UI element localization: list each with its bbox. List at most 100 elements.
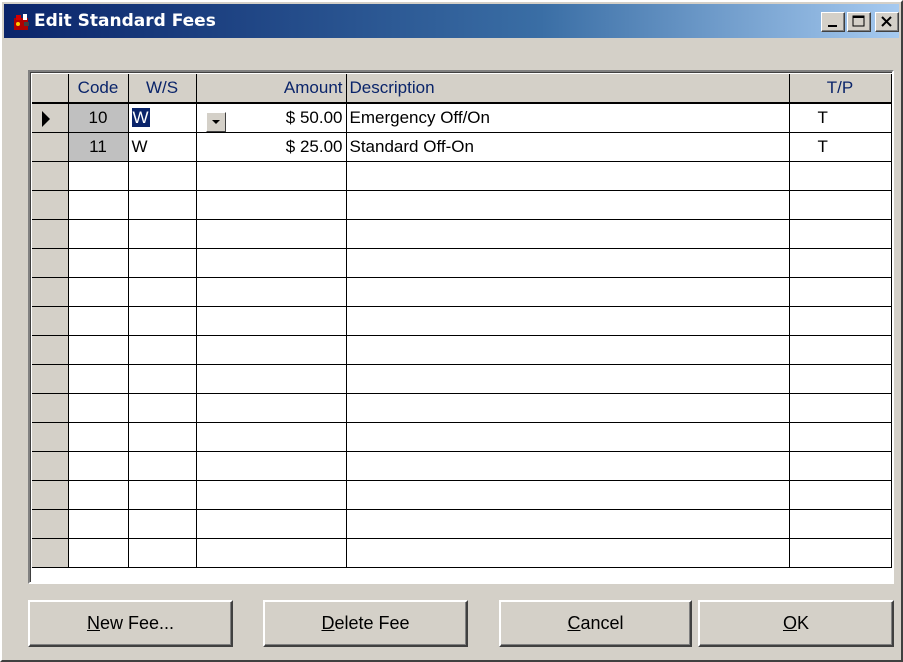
ok-button[interactable]: OK: [698, 600, 894, 647]
code-cell[interactable]: [68, 190, 129, 220]
description-cell[interactable]: [346, 277, 790, 307]
tp-cell[interactable]: T: [789, 132, 892, 162]
amount-cell[interactable]: [196, 451, 347, 481]
description-cell[interactable]: [346, 422, 790, 452]
ws-cell[interactable]: [128, 248, 197, 278]
description-cell[interactable]: [346, 451, 790, 481]
empty-table-row[interactable]: [32, 422, 892, 452]
ws-cell[interactable]: [128, 422, 197, 452]
code-cell[interactable]: [68, 538, 129, 568]
description-cell[interactable]: Standard Off-On: [346, 132, 790, 162]
tp-cell[interactable]: [789, 364, 892, 394]
row-selector[interactable]: [32, 364, 69, 394]
row-selector[interactable]: [32, 248, 69, 278]
empty-table-row[interactable]: [32, 248, 892, 278]
row-selector[interactable]: [32, 393, 69, 423]
empty-table-row[interactable]: [32, 306, 892, 336]
row-selector[interactable]: [32, 480, 69, 510]
code-cell[interactable]: [68, 161, 129, 191]
code-cell[interactable]: [68, 393, 129, 423]
row-selector[interactable]: [32, 335, 69, 365]
delete-fee-button[interactable]: Delete Fee: [263, 600, 468, 647]
tp-cell[interactable]: [789, 393, 892, 423]
code-cell[interactable]: [68, 335, 129, 365]
description-cell[interactable]: [346, 509, 790, 539]
column-header-ws[interactable]: W/S: [128, 74, 197, 104]
description-cell[interactable]: [346, 161, 790, 191]
ws-cell[interactable]: [128, 509, 197, 539]
amount-cell[interactable]: [196, 422, 347, 452]
code-cell[interactable]: [68, 248, 129, 278]
empty-table-row[interactable]: [32, 335, 892, 365]
amount-cell[interactable]: [196, 538, 347, 568]
tp-cell[interactable]: T: [789, 103, 892, 133]
row-selector[interactable]: [32, 219, 69, 249]
tp-cell[interactable]: [789, 219, 892, 249]
column-header-code[interactable]: Code: [68, 74, 129, 104]
tp-cell[interactable]: [789, 277, 892, 307]
row-selector[interactable]: [32, 451, 69, 481]
empty-table-row[interactable]: [32, 451, 892, 481]
ws-cell[interactable]: [128, 451, 197, 481]
column-header-description[interactable]: Description: [346, 74, 790, 104]
tp-cell[interactable]: [789, 480, 892, 510]
ws-cell[interactable]: [128, 190, 197, 220]
ws-cell[interactable]: [128, 219, 197, 249]
ws-cell[interactable]: [128, 538, 197, 568]
description-cell[interactable]: [346, 248, 790, 278]
row-selector[interactable]: [32, 102, 69, 133]
code-cell[interactable]: [68, 219, 129, 249]
ws-cell[interactable]: [128, 277, 197, 307]
ws-selected-value[interactable]: W: [131, 108, 150, 127]
amount-cell[interactable]: [196, 248, 347, 278]
row-selector[interactable]: [32, 277, 69, 307]
column-header-tp[interactable]: T/P: [789, 74, 892, 104]
code-cell[interactable]: 10: [68, 103, 129, 133]
empty-table-row[interactable]: [32, 509, 892, 539]
fees-grid[interactable]: Code W/S Amount Description T/P 10 W $ 5…: [28, 70, 894, 584]
empty-table-row[interactable]: [32, 480, 892, 510]
description-cell[interactable]: [346, 480, 790, 510]
close-button[interactable]: [875, 12, 899, 32]
tp-cell[interactable]: [789, 335, 892, 365]
code-cell[interactable]: [68, 451, 129, 481]
amount-cell[interactable]: [196, 190, 347, 220]
amount-cell[interactable]: [196, 219, 347, 249]
amount-cell[interactable]: [196, 161, 347, 191]
code-cell[interactable]: 11: [68, 132, 129, 162]
code-cell[interactable]: [68, 422, 129, 452]
ws-cell[interactable]: W: [128, 132, 197, 162]
ws-cell[interactable]: [128, 480, 197, 510]
row-selector[interactable]: [32, 538, 69, 568]
tp-cell[interactable]: [789, 161, 892, 191]
amount-cell[interactable]: $ 25.00: [196, 132, 347, 162]
row-selector[interactable]: [32, 306, 69, 336]
empty-table-row[interactable]: [32, 190, 892, 220]
description-cell[interactable]: Emergency Off/On: [346, 103, 790, 133]
column-header-amount[interactable]: Amount: [196, 74, 347, 104]
description-cell[interactable]: [346, 190, 790, 220]
description-cell[interactable]: [346, 335, 790, 365]
description-cell[interactable]: [346, 393, 790, 423]
title-bar[interactable]: Edit Standard Fees: [4, 4, 899, 38]
tp-cell[interactable]: [789, 306, 892, 336]
maximize-button[interactable]: [847, 12, 871, 32]
amount-cell[interactable]: [196, 509, 347, 539]
ws-cell[interactable]: [128, 161, 197, 191]
tp-cell[interactable]: [789, 509, 892, 539]
new-fee-button[interactable]: New Fee...: [28, 600, 233, 647]
empty-table-row[interactable]: [32, 538, 892, 568]
ws-cell[interactable]: [128, 306, 197, 336]
amount-cell[interactable]: [196, 335, 347, 365]
tp-cell[interactable]: [789, 451, 892, 481]
amount-cell[interactable]: [196, 480, 347, 510]
empty-table-row[interactable]: [32, 161, 892, 191]
code-cell[interactable]: [68, 509, 129, 539]
tp-cell[interactable]: [789, 422, 892, 452]
cancel-button[interactable]: Cancel: [499, 600, 692, 647]
description-cell[interactable]: [346, 538, 790, 568]
amount-cell[interactable]: [196, 277, 347, 307]
row-selector[interactable]: [32, 190, 69, 220]
tp-cell[interactable]: [789, 190, 892, 220]
code-cell[interactable]: [68, 306, 129, 336]
